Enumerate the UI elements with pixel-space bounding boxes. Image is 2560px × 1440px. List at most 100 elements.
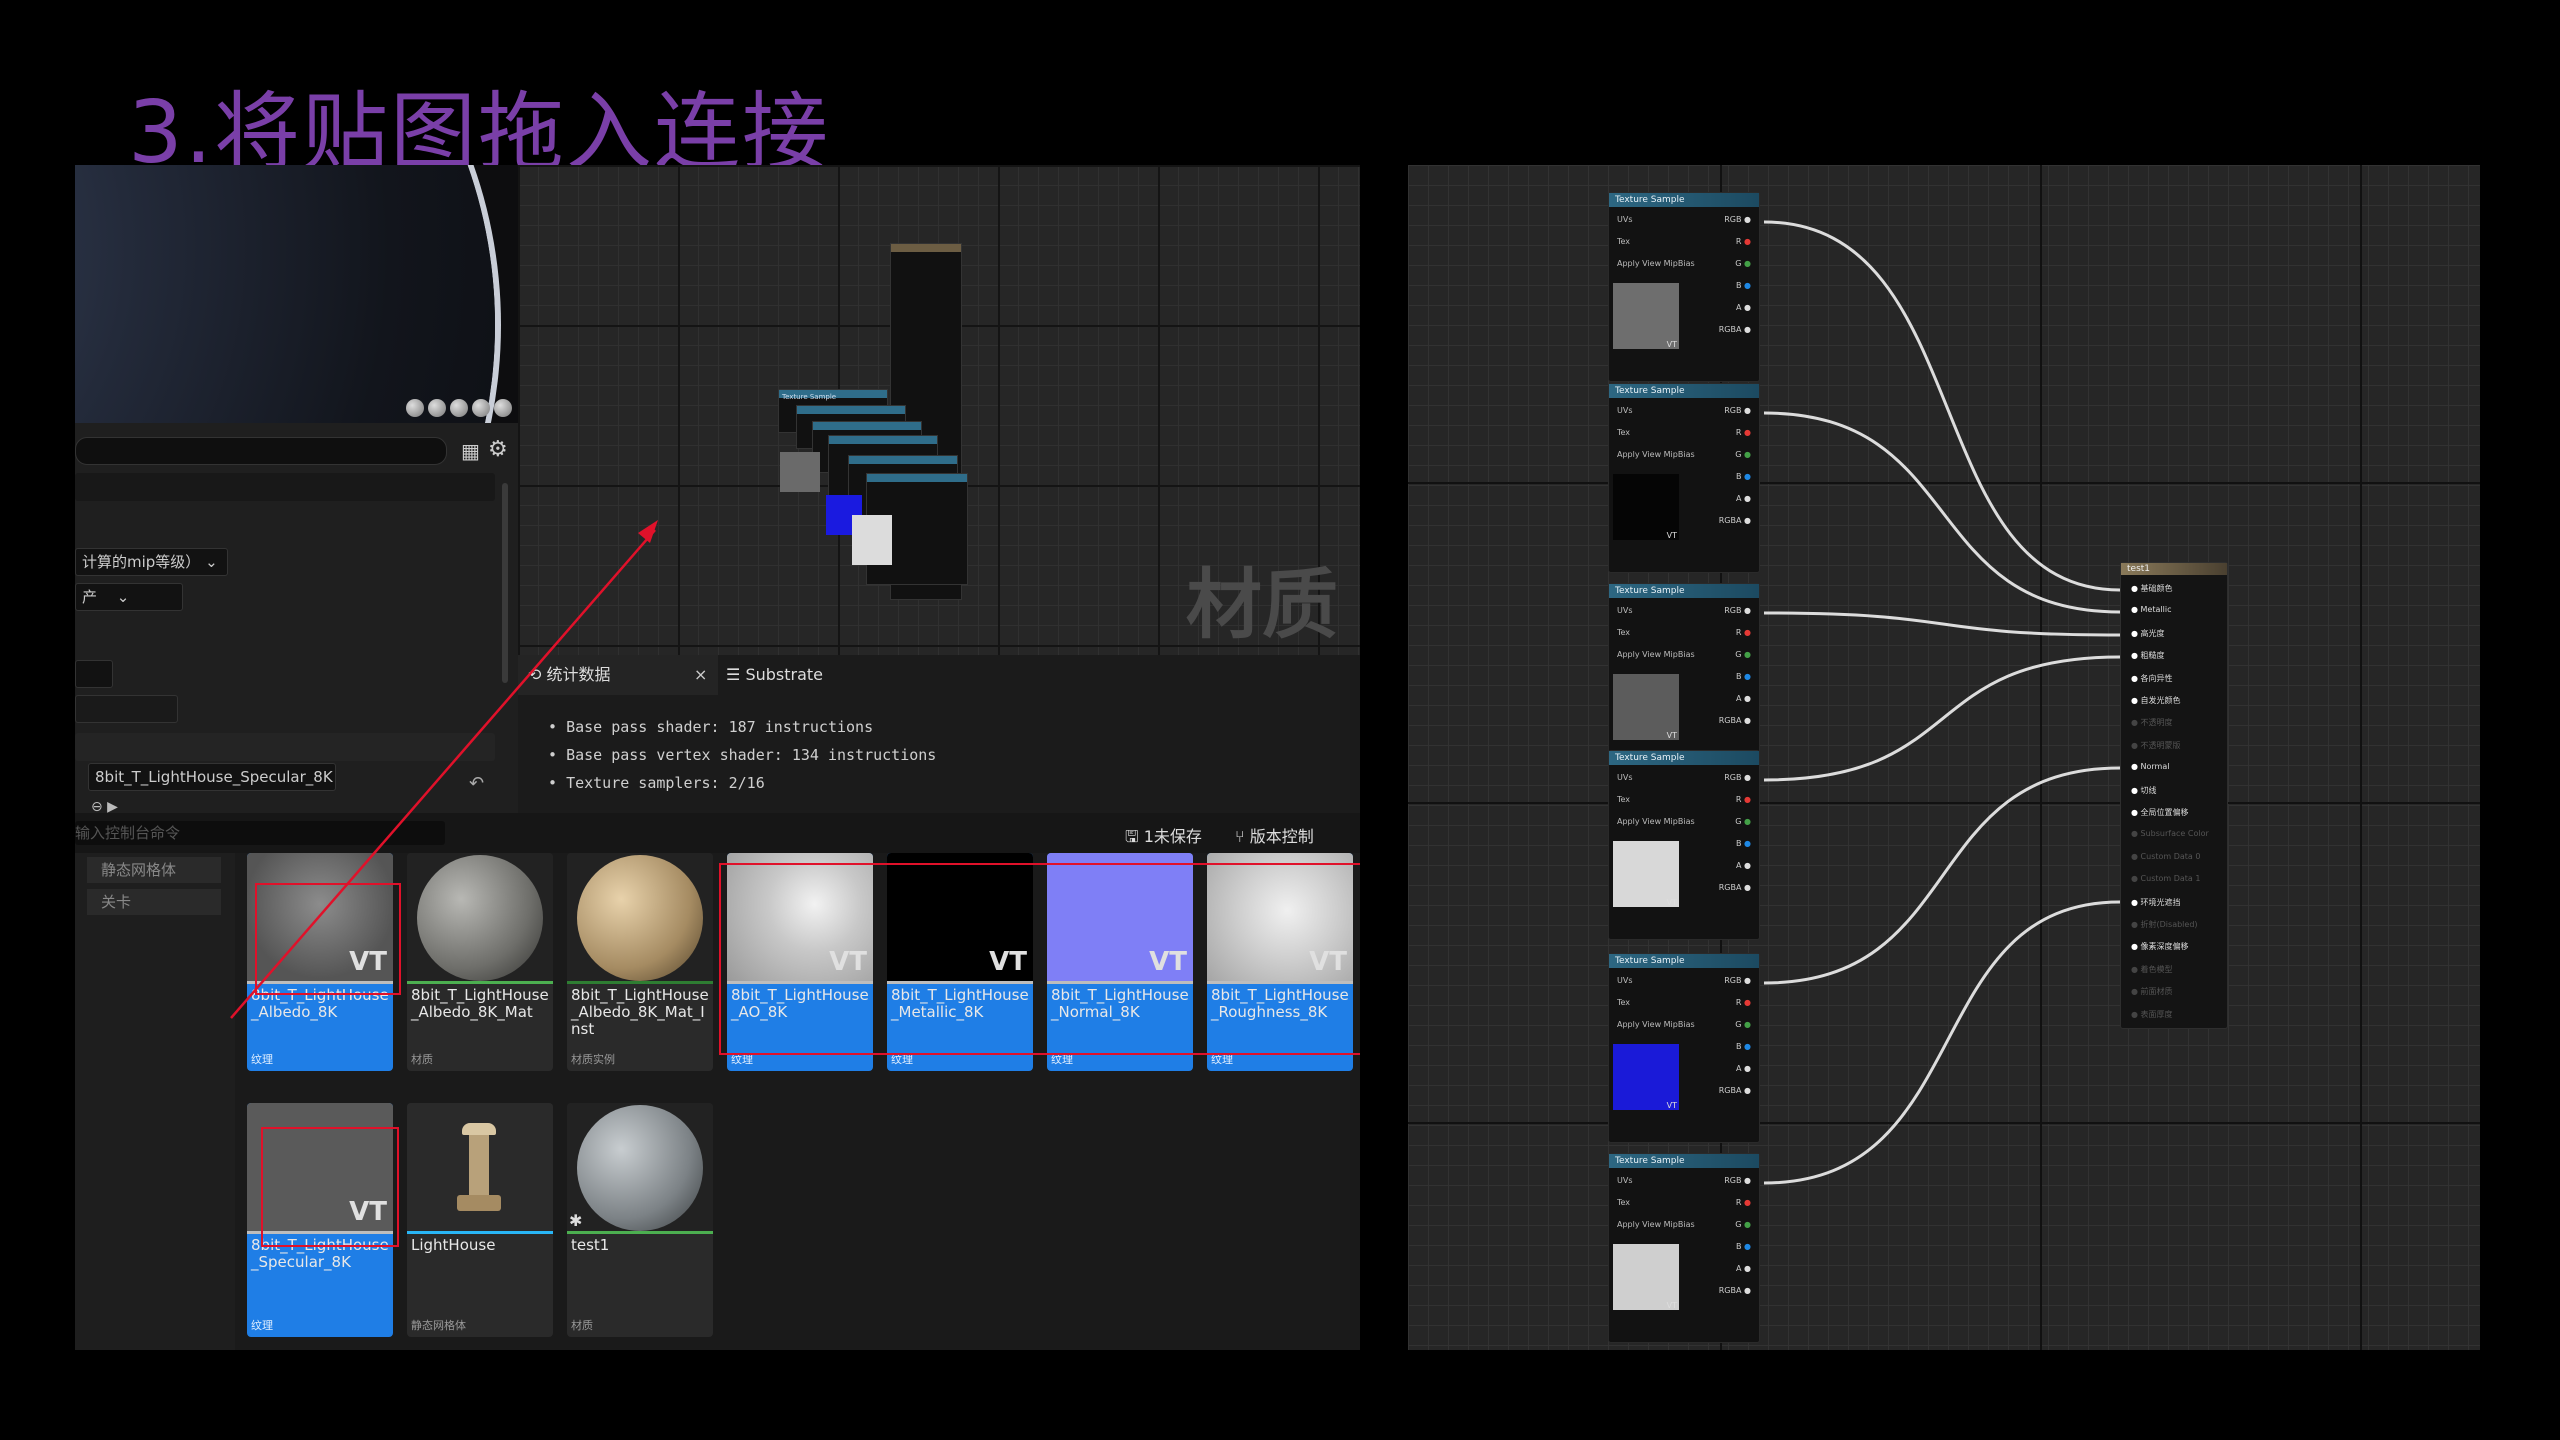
pin-dot-icon: ●: [1741, 773, 1751, 782]
node-output-pin[interactable]: B ●: [1736, 1242, 1751, 1251]
node-output-pin[interactable]: B ●: [1736, 839, 1751, 848]
result-input-pin[interactable]: ● 前面材质: [2131, 986, 2173, 997]
texture-sample-node[interactable]: Texture Sample UVs Tex Apply View MipBias RG…: [1608, 953, 1760, 1143]
result-input-pin[interactable]: ● Normal: [2131, 762, 2169, 771]
node-input-pin[interactable]: UVs: [1617, 606, 1633, 615]
result-input-pin[interactable]: ● Subsurface Color: [2131, 829, 2209, 838]
node-input-pin[interactable]: Tex: [1617, 998, 1630, 1007]
result-input-pin[interactable]: ● Metallic: [2131, 605, 2171, 614]
node-input-pin[interactable]: Tex: [1617, 628, 1630, 637]
pin-dot-icon: ●: [2131, 1009, 2141, 1019]
result-input-pin[interactable]: ● 切线: [2131, 785, 2157, 796]
node-input-pin[interactable]: UVs: [1617, 773, 1633, 782]
texture-sample-node[interactable]: Texture Sample UVs Tex Apply View MipBias RG…: [1608, 750, 1760, 940]
node-output-pin[interactable]: G ●: [1735, 817, 1751, 826]
result-input-pin[interactable]: ● 表面厚度: [2131, 1009, 2173, 1020]
result-input-pin[interactable]: ● 着色模型: [2131, 964, 2173, 975]
result-input-pin[interactable]: ● 全局位置偏移: [2131, 807, 2189, 818]
pin-dot-icon: ●: [2131, 740, 2141, 750]
node-input-pin[interactable]: Apply View MipBias: [1617, 817, 1695, 826]
node-input-pin[interactable]: Tex: [1617, 428, 1630, 437]
node-input-pin[interactable]: UVs: [1617, 406, 1633, 415]
result-input-pin[interactable]: ● 折射(Disabled): [2131, 919, 2198, 930]
texture-sample-node[interactable]: Texture Sample UVs Tex Apply View MipBias RG…: [1608, 583, 1760, 773]
result-input-pin[interactable]: ● 不透明度: [2131, 717, 2173, 728]
node-input-pin[interactable]: Apply View MipBias: [1617, 650, 1695, 659]
material-result-node[interactable]: test1 ● 基础颜色 ● Metallic ● 高光度 ● 粗糙度 ● 各向异性 ● …: [2120, 562, 2228, 1029]
node-output-pin[interactable]: G ●: [1735, 650, 1751, 659]
node-output-pin[interactable]: RGB ●: [1724, 1176, 1751, 1185]
pin-dot-icon: ●: [1741, 883, 1751, 892]
node-output-pin[interactable]: B ●: [1736, 1042, 1751, 1051]
result-input-pin[interactable]: ● 粗糙度: [2131, 650, 2165, 661]
node-output-pin[interactable]: G ●: [1735, 1020, 1751, 1029]
node-output-pin[interactable]: RGB ●: [1724, 606, 1751, 615]
pin-dot-icon: ●: [2131, 718, 2141, 728]
pin-dot-icon: ●: [1741, 672, 1751, 681]
node-input-pin[interactable]: UVs: [1617, 976, 1633, 985]
node-output-pin[interactable]: RGBA ●: [1719, 883, 1751, 892]
result-input-pin[interactable]: ● 环境光遮挡: [2131, 897, 2181, 908]
node-output-pin[interactable]: B ●: [1736, 472, 1751, 481]
node-output-pin[interactable]: R ●: [1736, 237, 1751, 246]
node-output-pin[interactable]: RGB ●: [1724, 215, 1751, 224]
texture-node-title: Texture Sample: [1609, 584, 1759, 598]
result-pin-label: 环境光遮挡: [2140, 897, 2181, 907]
node-input-pin[interactable]: Tex: [1617, 1198, 1630, 1207]
node-output-pin[interactable]: R ●: [1736, 795, 1751, 804]
result-input-pin[interactable]: ● 像素深度偏移: [2131, 941, 2189, 952]
result-pin-label: 全局位置偏移: [2140, 808, 2189, 817]
node-input-pin[interactable]: UVs: [1617, 1176, 1633, 1185]
node-output-pin[interactable]: RGB ●: [1724, 976, 1751, 985]
node-output-pin[interactable]: G ●: [1735, 259, 1751, 268]
node-input-pin[interactable]: Tex: [1617, 237, 1630, 246]
node-output-pin[interactable]: RGBA ●: [1719, 325, 1751, 334]
node-output-pin[interactable]: R ●: [1736, 428, 1751, 437]
node-output-pin[interactable]: A ●: [1736, 1264, 1751, 1273]
node-output-pin[interactable]: RGB ●: [1724, 773, 1751, 782]
node-output-pin[interactable]: A ●: [1736, 861, 1751, 870]
result-pin-label: Custom Data 1: [2140, 874, 2201, 884]
node-output-pin[interactable]: RGBA ●: [1719, 1286, 1751, 1295]
node-output-pin[interactable]: B ●: [1736, 672, 1751, 681]
texture-sample-node[interactable]: Texture Sample UVs Tex Apply View MipBias RG…: [1608, 383, 1760, 573]
result-input-pin[interactable]: ● 不透明蒙版: [2131, 740, 2181, 751]
result-input-pin[interactable]: ● Custom Data 0: [2131, 852, 2200, 861]
node-output-pin[interactable]: A ●: [1736, 1064, 1751, 1073]
texture-sample-node[interactable]: Texture Sample UVs Tex Apply View MipBias RG…: [1608, 192, 1760, 382]
node-output-pin[interactable]: RGBA ●: [1719, 1086, 1751, 1095]
node-output-pin[interactable]: R ●: [1736, 1198, 1751, 1207]
pin-dot-icon: ●: [2131, 897, 2141, 907]
pin-dot-icon: ●: [2131, 829, 2141, 839]
node-output-pin[interactable]: RGBA ●: [1719, 516, 1751, 525]
node-output-pin[interactable]: R ●: [1736, 628, 1751, 637]
vt-badge: VT: [1666, 1101, 1677, 1110]
node-output-pin[interactable]: A ●: [1736, 494, 1751, 503]
node-input-pin[interactable]: Apply View MipBias: [1617, 1020, 1695, 1029]
result-input-pin[interactable]: ● 各向异性: [2131, 673, 2173, 684]
node-output-pin[interactable]: R ●: [1736, 998, 1751, 1007]
node-input-pin[interactable]: Apply View MipBias: [1617, 1220, 1695, 1229]
node-output-pin[interactable]: A ●: [1736, 303, 1751, 312]
node-output-pin[interactable]: RGBA ●: [1719, 716, 1751, 725]
result-input-pin[interactable]: ● 高光度: [2131, 628, 2165, 639]
node-output-pin[interactable]: G ●: [1735, 450, 1751, 459]
node-output-pin[interactable]: A ●: [1736, 694, 1751, 703]
wire-roughness: [1763, 655, 2121, 782]
node-output-pin[interactable]: B ●: [1736, 281, 1751, 290]
result-input-pin[interactable]: ● 基础颜色: [2131, 583, 2173, 594]
node-output-pin[interactable]: RGB ●: [1724, 406, 1751, 415]
node-input-pin[interactable]: Apply View MipBias: [1617, 259, 1695, 268]
node-input-pin[interactable]: Apply View MipBias: [1617, 450, 1695, 459]
node-input-pin[interactable]: Tex: [1617, 795, 1630, 804]
result-pin-label: 切线: [2140, 785, 2157, 795]
result-input-pin[interactable]: ● Custom Data 1: [2131, 874, 2200, 883]
result-input-pin[interactable]: ● 自发光颜色: [2131, 695, 2181, 706]
drag-arrow-line: [230, 529, 656, 1019]
node-graph-zoomed[interactable]: Texture Sample UVs Tex Apply View MipBias RG…: [1408, 165, 2480, 1350]
node-output-pin[interactable]: G ●: [1735, 1220, 1751, 1229]
texture-sample-node[interactable]: Texture Sample UVs Tex Apply View MipBias RG…: [1608, 1153, 1760, 1343]
output-pin-label: RGBA: [1718, 325, 1742, 334]
node-input-pin[interactable]: UVs: [1617, 215, 1633, 224]
texture-preview: VT: [1613, 841, 1679, 907]
